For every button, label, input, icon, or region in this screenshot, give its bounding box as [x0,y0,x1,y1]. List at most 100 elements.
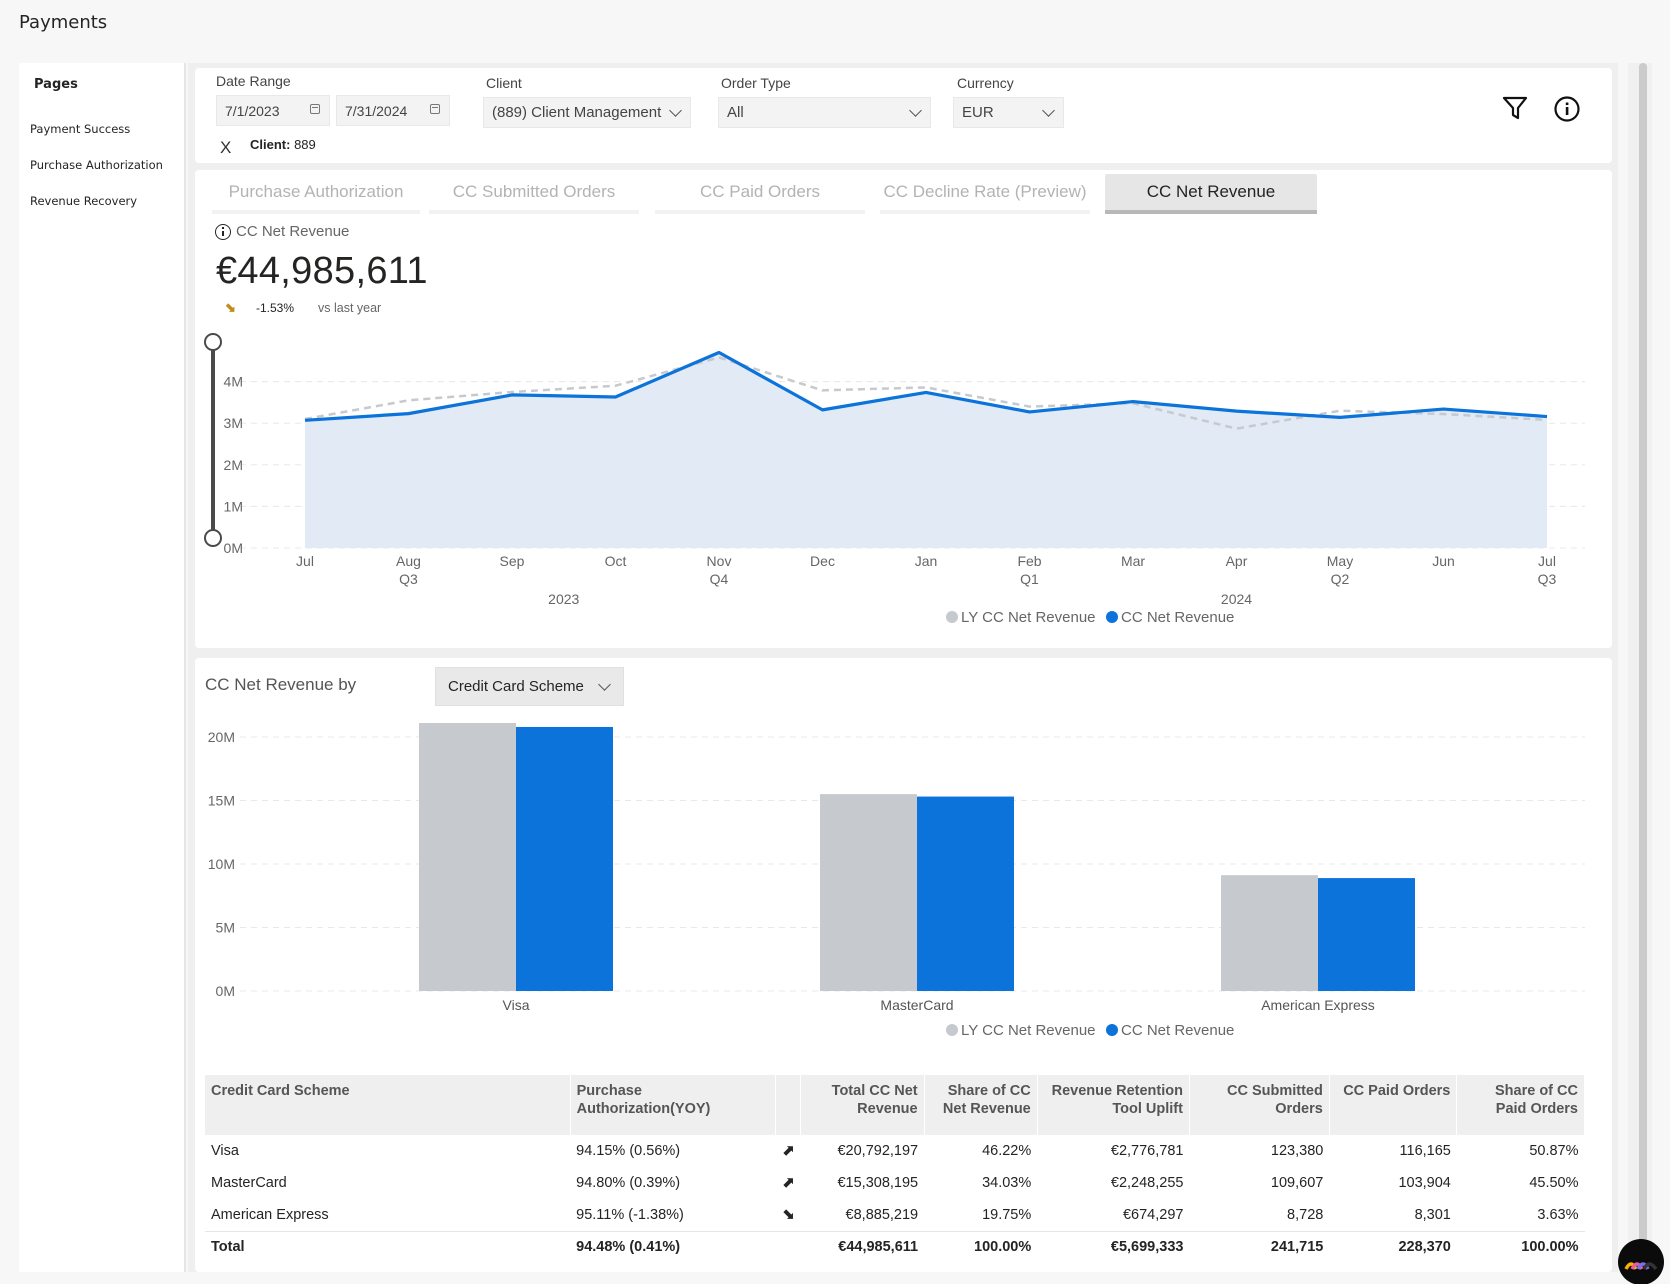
x-tick-label: Jul [1538,553,1556,569]
chip-key: Client: [250,137,291,152]
cell-revenue: €8,885,219 [845,1206,919,1223]
x-tick-label: Dec [810,553,835,569]
legend-label-ly: LY CC Net Revenue [961,609,1096,626]
zoom-slider-handle-top[interactable] [204,333,222,351]
x-quarter-label: Q3 [1538,571,1557,587]
cell-scheme: MasterCard [211,1175,287,1191]
cell-paid: 228,370 [1329,1230,1457,1263]
dimension-dropdown[interactable]: Credit Card Scheme [435,667,624,706]
dimension-value: Credit Card Scheme [448,678,584,695]
kpi-comparison: vs last year [318,301,382,315]
cell-revenue: €44,985,611 [800,1230,925,1263]
y-tick-label: 1M [224,498,243,514]
order-type-dropdown[interactable]: All [718,97,931,128]
calendar-icon[interactable] [310,104,320,114]
legend-marker-cc [1106,611,1118,623]
scrollbar-thumb[interactable] [1639,63,1647,1243]
legend-marker-ly [946,611,958,623]
y-tick-label: 3M [224,415,243,431]
trend-cell [775,1230,801,1263]
sidebar-item-purchase-authorization[interactable]: Purchase Authorization [30,158,163,172]
y-tick-label: 0M [216,983,235,999]
cell-uplift: €2,776,781 [1110,1143,1184,1159]
tab-cc-decline-rate[interactable]: CC Decline Rate (Preview) [880,174,1090,214]
cell-revenue: €20,792,197 [837,1143,919,1159]
chevron-down-icon [598,678,611,691]
x-tick-label: Jun [1432,553,1455,569]
calendar-icon[interactable] [430,104,440,114]
y-tick-label: 20M [208,729,235,745]
y-tick-label: 4M [224,374,243,390]
copilot-badge[interactable] [1618,1239,1664,1284]
y-tick-label: 15M [208,793,235,809]
trend-up-icon: ⬈ [782,1143,795,1159]
zoom-slider-handle-bottom[interactable] [204,529,222,547]
cell-uplift: €2,248,255 [1110,1175,1184,1191]
col-header-submitted[interactable]: CC Submitted Orders [1189,1075,1330,1135]
cell-submitted: 8,728 [1287,1206,1324,1223]
filter-icon[interactable] [1501,95,1529,126]
tab-cc-net-revenue[interactable]: CC Net Revenue [1105,174,1317,214]
end-date-input[interactable]: 7/31/2024 [336,95,450,126]
x-category-label: Visa [503,997,530,1013]
y-tick-label: 2M [224,457,243,473]
info-icon[interactable] [215,223,231,240]
client-value: (889) Client Management [492,104,662,121]
legend-label-ly: LY CC Net Revenue [961,1022,1096,1039]
col-header-scheme[interactable]: Credit Card Scheme [205,1075,571,1135]
cell-submitted: 123,380 [1270,1143,1324,1159]
line-chart: 0M 1M 2M 3M 4M Jul Aug Q3 Sep Oct Nov Q4 Dec Jan Feb Q1… [204,333,1585,626]
cell-scheme: Visa [211,1143,239,1159]
tab-purchase-authorization[interactable]: Purchase Authorization [212,174,420,214]
x-category-label: American Express [1261,997,1375,1013]
sidebar-item-payment-success[interactable]: Payment Success [30,122,130,136]
legend-marker-cc [1106,1024,1118,1036]
end-date-value: 7/31/2024 [345,102,408,119]
client-dropdown[interactable]: (889) Client Management [483,97,691,128]
col-header-trend [775,1075,802,1135]
legend-label-cc: CC Net Revenue [1121,1022,1234,1039]
col-header-share-rev[interactable]: Share of CC Net Revenue [924,1075,1038,1135]
cell-scheme: Total [205,1230,571,1263]
start-date-input[interactable]: 7/1/2023 [216,95,330,126]
y-tick-label: 0M [224,540,243,556]
breakdown-panel: CC Net Revenue by Credit Card Scheme 0M 5… [195,658,1612,1272]
cell-share-paid: 50.87% [1529,1143,1579,1159]
x-quarter-label: Q4 [710,571,729,587]
col-header-paid[interactable]: CC Paid Orders [1329,1075,1458,1135]
cell-submitted: 109,607 [1270,1175,1324,1191]
cell-paid: 8,301 [1414,1206,1451,1223]
x-tick-label: Mar [1121,553,1145,569]
active-filter-chip: Client: 889 [250,137,316,152]
chip-value: 889 [294,137,316,152]
bar-cc-net-revenue [917,796,1014,991]
col-header-auth[interactable]: Purchase Authorization(YOY) [570,1075,777,1135]
bar-cc-net-revenue [516,726,613,991]
y-tick-label: 10M [208,856,235,872]
table-total-row[interactable]: Total 94.48% (0.41%) €44,985,611 100.00% €5,… [205,1230,1585,1263]
table-row[interactable]: American Express 95.11% (-1.38%) ⬊ €8,885,2… [205,1199,1585,1231]
pages-title: Pages [34,77,78,92]
cell-share-rev: 46.22% [982,1143,1032,1159]
currency-dropdown[interactable]: EUR [953,97,1064,128]
col-header-uplift[interactable]: Revenue Retention Tool Uplift [1037,1075,1190,1135]
col-header-revenue[interactable]: Total CC Net Revenue [800,1075,925,1135]
app-title: Payments [19,12,108,33]
table-row[interactable]: Visa 94.15% (0.56%) ⬈ €20,792,197 46.22% €2,7… [205,1135,1585,1167]
info-icon[interactable] [1553,95,1581,128]
kpi-value: €44,985,611 [216,250,428,292]
currency-label: Currency [957,75,1014,91]
clear-filter-icon[interactable]: X [220,138,231,158]
trend-down-icon: ⬊ [225,300,236,315]
breakdown-table: Credit Card Scheme Purchase Authorizatio… [205,1075,1585,1263]
sidebar-item-revenue-recovery[interactable]: Revenue Recovery [30,194,137,208]
legend-label-cc: CC Net Revenue [1121,609,1234,626]
table-row[interactable]: MasterCard 94.80% (0.39%) ⬈ €15,308,195 34.0… [205,1167,1585,1199]
tab-cc-submitted-orders[interactable]: CC Submitted Orders [429,174,639,214]
col-header-share-paid[interactable]: Share of CC Paid Orders [1456,1075,1585,1135]
x-tick-label: Aug [396,553,421,569]
cell-auth: 94.15% (0.56%) [576,1143,681,1159]
tab-cc-paid-orders[interactable]: CC Paid Orders [655,174,865,214]
legend-marker-ly [946,1024,958,1036]
cell-share-rev: 19.75% [982,1206,1032,1223]
